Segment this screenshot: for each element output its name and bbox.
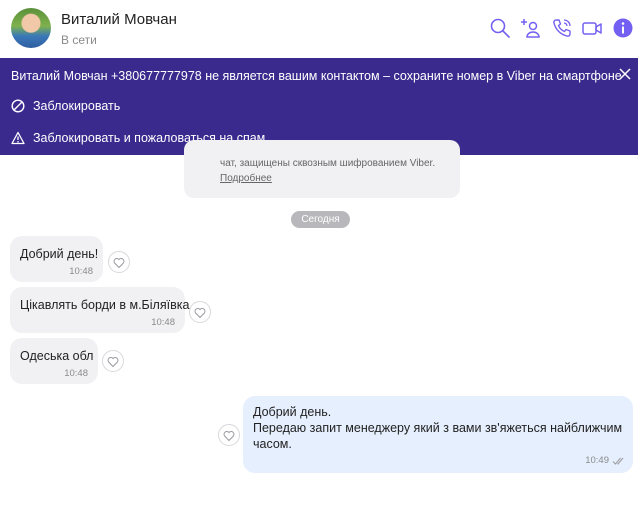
encryption-notice-text: чат, защищены сквозным шифрованием Viber… xyxy=(220,158,436,169)
info-icon[interactable] xyxy=(612,17,634,39)
like-button[interactable] xyxy=(189,301,211,323)
heart-icon xyxy=(194,308,206,319)
incoming-message[interactable]: Добрий день! 10:48 xyxy=(10,236,103,282)
message-line: Передаю запит менеджеру який з вами зв'я… xyxy=(253,421,623,435)
phone-call-icon[interactable] xyxy=(551,17,573,39)
heart-icon xyxy=(223,431,235,442)
message-time: 10:48 xyxy=(151,317,175,328)
add-participant-icon[interactable] xyxy=(520,17,542,39)
like-button[interactable] xyxy=(218,424,240,446)
message-text: Одеська обл xyxy=(20,349,94,363)
message-time: 10:48 xyxy=(69,266,93,277)
message-line: часом. xyxy=(253,437,292,451)
heart-icon xyxy=(107,357,119,368)
incoming-message[interactable]: Одеська обл 10:48 xyxy=(10,338,98,384)
chat-header: Виталий Мовчан В сети xyxy=(0,0,638,58)
unknown-contact-message: Виталий Мовчан +380677777978 не является… xyxy=(11,69,622,83)
message-line: Добрий день. xyxy=(253,405,332,419)
incoming-message[interactable]: Цікавлять борди в м.Біляївка 10:48 xyxy=(10,287,189,333)
block-label: Заблокировать xyxy=(33,99,121,113)
block-button[interactable]: Заблокировать xyxy=(11,96,120,116)
contact-status: В сети xyxy=(61,33,97,47)
close-icon[interactable] xyxy=(618,67,632,81)
message-time: 10:48 xyxy=(64,368,88,379)
message-time: 10:49 xyxy=(585,455,609,466)
like-button[interactable] xyxy=(108,251,130,273)
message-text: Цікавлять борди в м.Біляївка xyxy=(20,298,190,312)
video-call-icon[interactable] xyxy=(581,17,603,39)
block-icon xyxy=(11,99,25,113)
like-button[interactable] xyxy=(102,350,124,372)
contact-name[interactable]: Виталий Мовчан xyxy=(61,11,177,28)
search-icon[interactable] xyxy=(489,17,511,39)
read-receipt-icon xyxy=(612,457,624,465)
warning-icon xyxy=(11,131,25,145)
heart-icon xyxy=(113,258,125,269)
encryption-notice: чат, защищены сквозным шифрованием Viber… xyxy=(184,140,460,198)
avatar[interactable] xyxy=(11,8,51,48)
date-divider: Сегодня xyxy=(291,211,350,228)
message-text: Добрий день! xyxy=(20,247,99,261)
learn-more-link[interactable]: Подробнее xyxy=(220,171,460,186)
outgoing-message[interactable]: Добрий день. Передаю запит менеджеру яки… xyxy=(243,396,633,473)
